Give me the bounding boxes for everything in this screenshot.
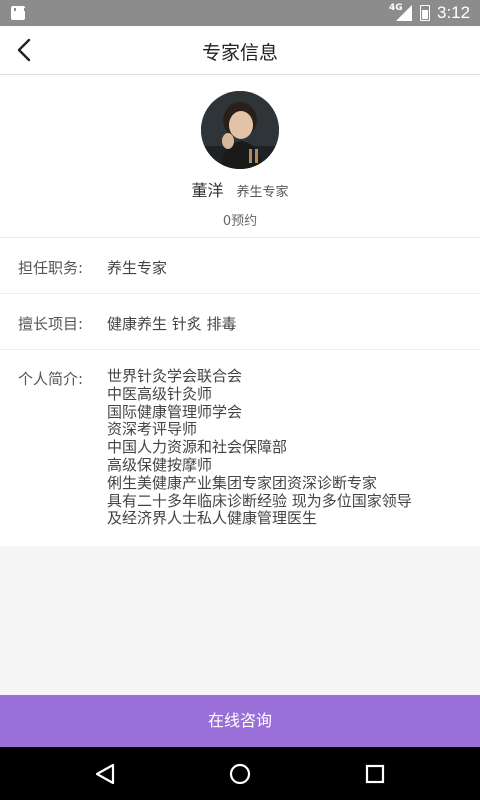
profile-section: 董洋 养生专家 0预约 — [0, 75, 480, 238]
triangle-back-icon — [95, 763, 115, 785]
bio-line: 中国人力资源和社会保障部 — [107, 438, 288, 457]
sd-card-icon — [11, 6, 26, 20]
bio-line: 资深考评导师 — [107, 420, 198, 439]
nav-recents-button[interactable] — [359, 758, 391, 790]
system-nav-bar — [0, 747, 480, 800]
square-recents-icon — [365, 764, 385, 784]
bio-line: 世界针灸学会联合会 — [107, 367, 243, 385]
skills-row: 擅长项目: 健康养生 针炙 排毒 — [0, 294, 480, 350]
nav-home-button[interactable] — [224, 758, 256, 790]
position-label: 担任职务: — [18, 259, 84, 277]
bio-line: 具有二十多年临床诊断经验 现为多位国家领导 — [107, 491, 412, 510]
bio-label: 个人简介: — [18, 370, 84, 388]
appointment-count: 0预约 — [222, 214, 258, 229]
bio-text: 世界针灸学会联合会 中医高级针灸师 国际健康管理师学会 资深考评导师 中国人力资… — [107, 367, 467, 528]
signal-icon — [396, 5, 412, 21]
bio-row: 个人简介: 世界针灸学会联合会 中医高级针灸师 国际健康管理师学会 资深考评导师… — [0, 350, 480, 546]
position-row: 担任职务: 养生专家 — [0, 238, 480, 294]
expert-title: 养生专家 — [236, 185, 289, 200]
avatar — [201, 91, 279, 169]
status-bar: 4G 3:12 — [0, 0, 480, 26]
bio-line: 国际健康管理师学会 — [107, 402, 243, 421]
skills-label: 擅长项目: — [18, 315, 84, 333]
page-title: 专家信息 — [201, 42, 278, 64]
header: 专家信息 — [0, 26, 480, 75]
circle-home-icon — [229, 763, 251, 785]
bio-line: 俐生美健康产业集团专家团资深诊断专家 — [107, 473, 378, 492]
expert-name: 董洋 — [191, 181, 224, 200]
bio-line: 及经济界人士私人健康管理医生 — [107, 509, 318, 528]
bio-line: 高级保健按摩师 — [107, 455, 213, 474]
position-value: 养生专家 — [107, 259, 168, 277]
status-time: 3:12 — [437, 3, 471, 22]
nav-back-button[interactable] — [89, 758, 121, 790]
skills-value: 健康养生 针炙 排毒 — [107, 315, 237, 333]
bio-line: 中医高级针灸师 — [107, 384, 213, 403]
online-consult-button[interactable]: 在线咨询 — [0, 695, 480, 747]
battery-icon — [420, 5, 430, 21]
